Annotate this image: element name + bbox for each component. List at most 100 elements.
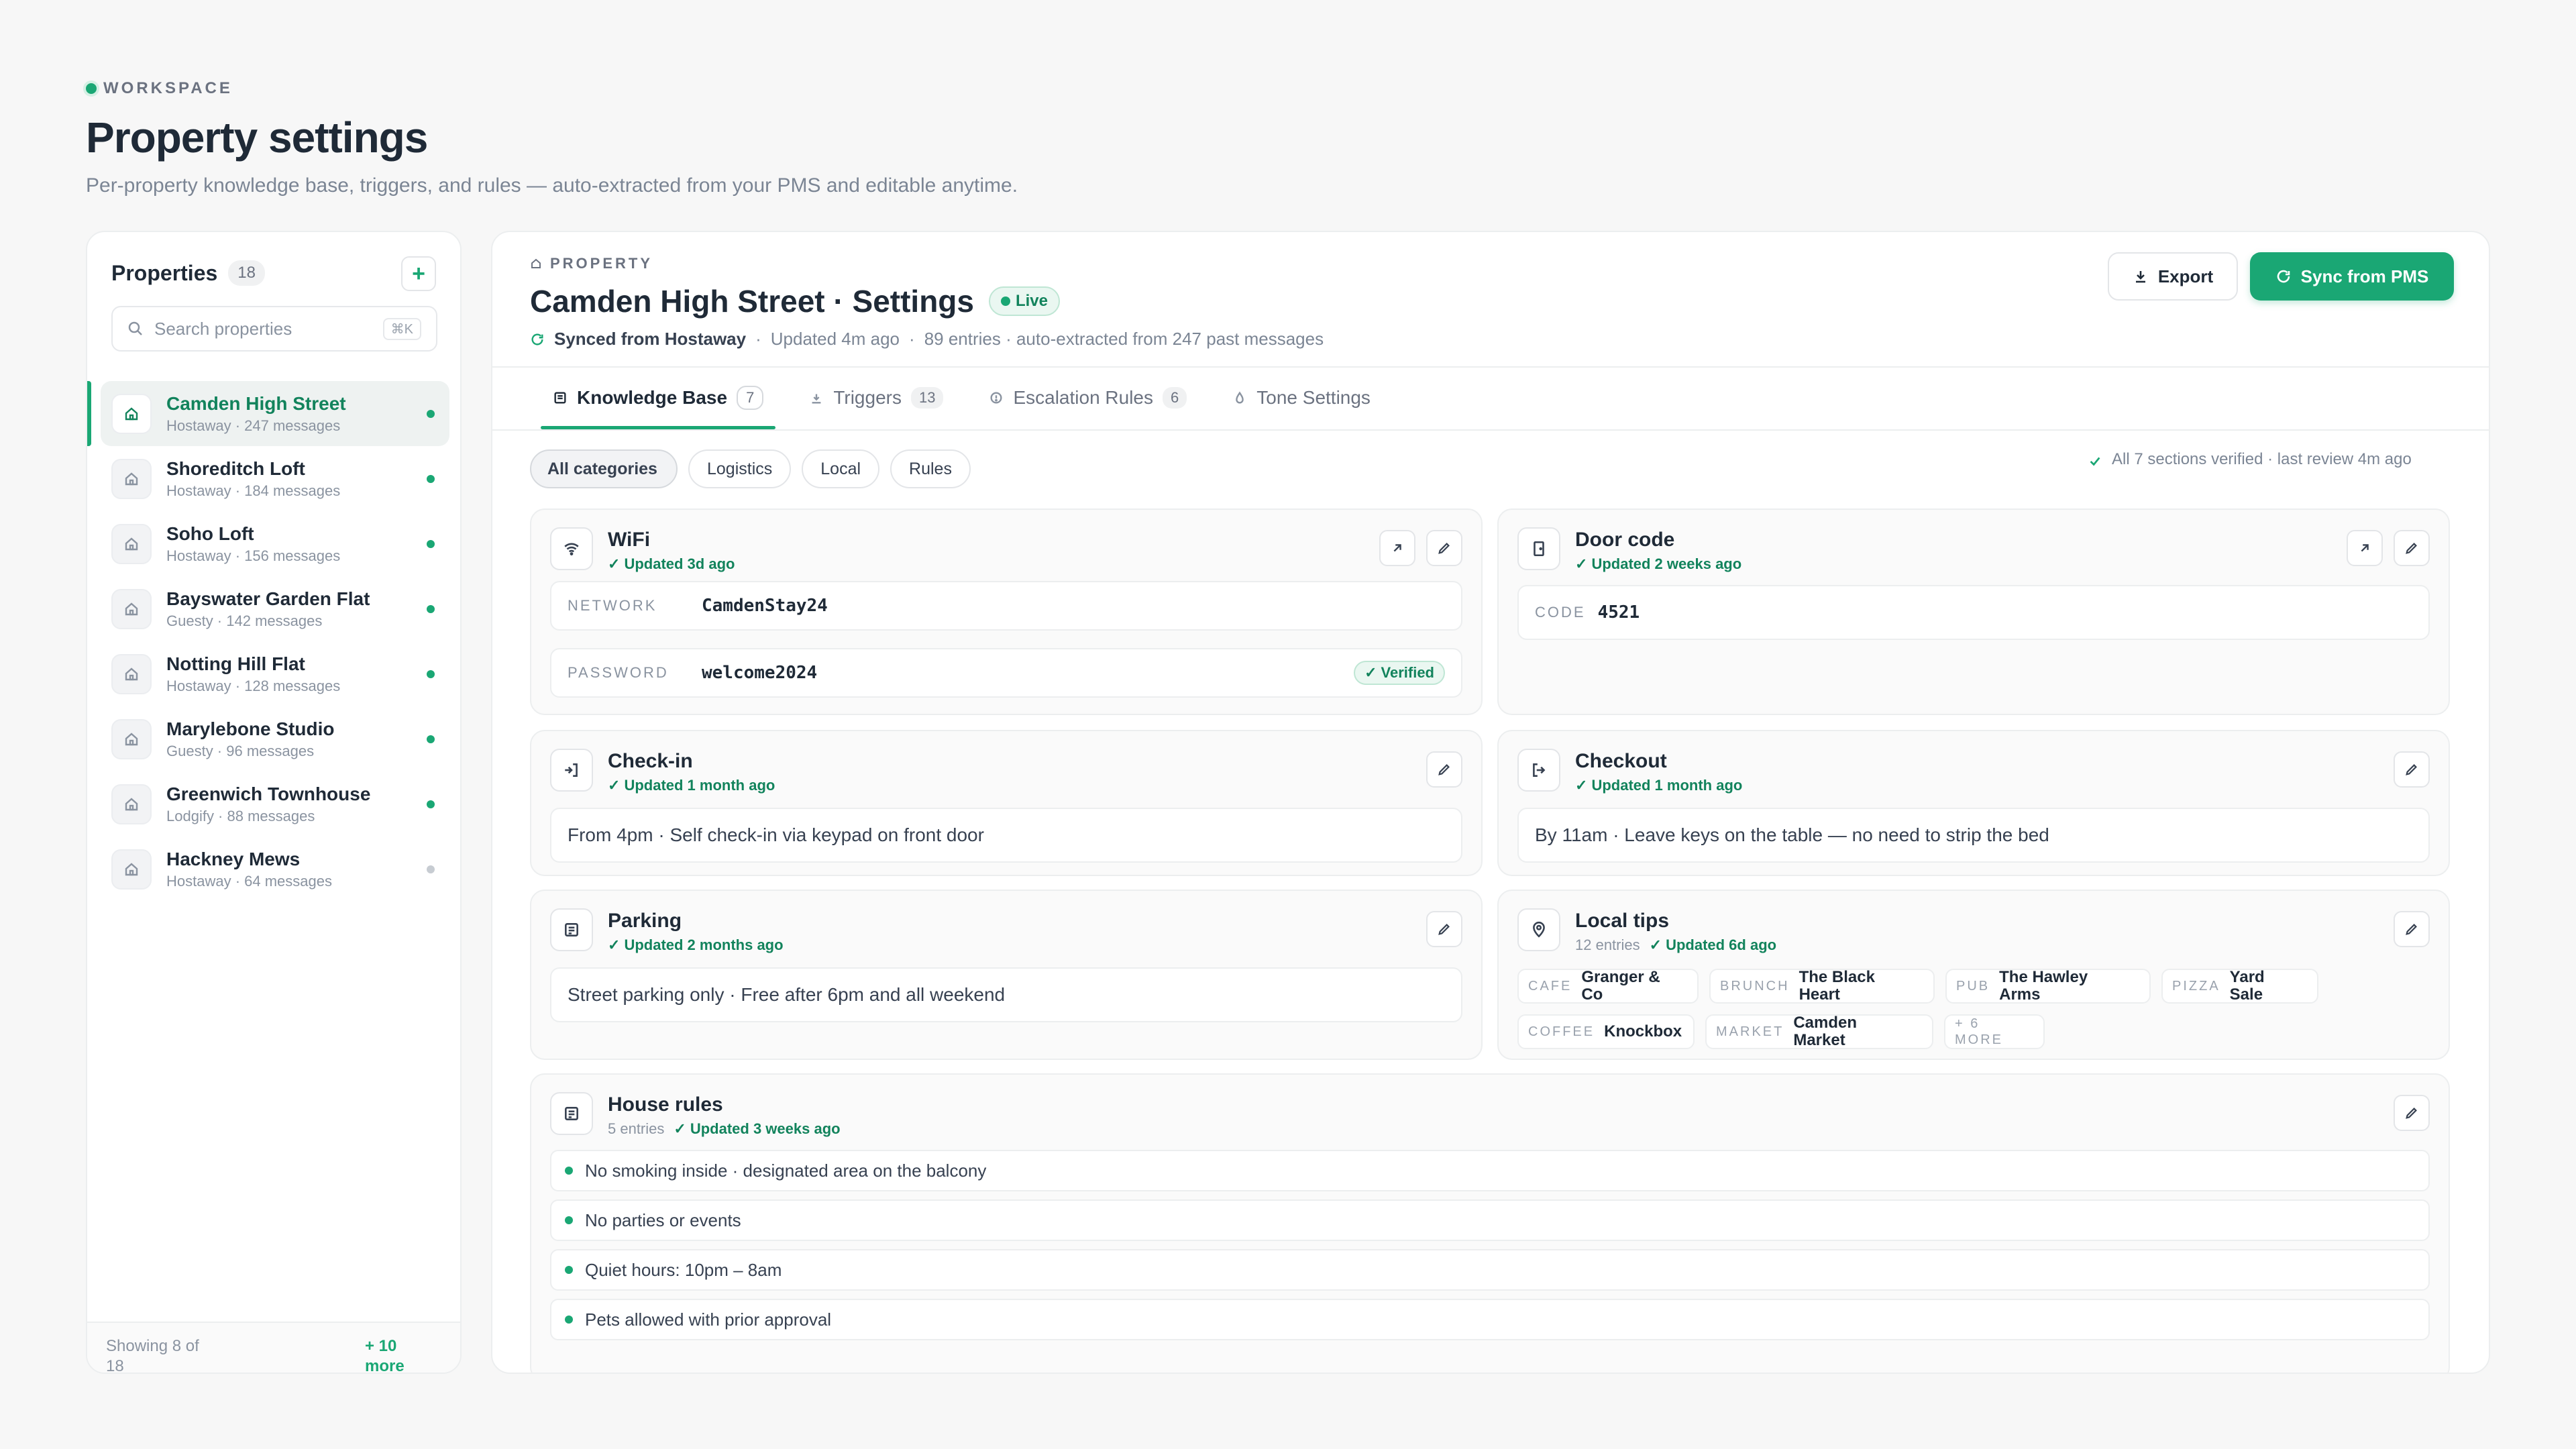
online-dot: [427, 800, 435, 808]
property-item[interactable]: Bayswater Garden Flat Guesty · 142 messag…: [101, 576, 449, 641]
card-title: Parking: [608, 910, 682, 932]
card-title: WiFi: [608, 529, 651, 551]
edit-button[interactable]: [2394, 751, 2430, 788]
filter-local[interactable]: Local: [802, 449, 880, 488]
tip-chip[interactable]: BRUNCH The Black Heart: [1709, 969, 1935, 1004]
verified-text: Verified: [1381, 664, 1434, 681]
property-item[interactable]: Marylebone Studio Guesty · 96 messages: [101, 706, 449, 771]
field-label: CODE: [1535, 604, 1586, 621]
tab-escalation-rules[interactable]: Escalation Rules 6: [977, 366, 1199, 429]
home-icon: [111, 523, 152, 564]
properties-count: 18: [228, 260, 265, 286]
tab-tone-settings[interactable]: Tone Settings: [1220, 366, 1383, 429]
tip-chip[interactable]: COFFEE Knockbox: [1517, 1014, 1695, 1049]
export-button[interactable]: Export: [2108, 252, 2238, 301]
property-name: Shoreditch Loft: [166, 458, 305, 479]
property-item[interactable]: Notting Hill Flat Hostaway · 128 messages: [101, 641, 449, 706]
parking-text[interactable]: Street parking only · Free after 6pm and…: [568, 984, 1005, 1006]
open-link-button[interactable]: [1379, 530, 1415, 566]
property-item[interactable]: Camden High Street Hostaway · 247 message…: [87, 381, 449, 446]
verification-note: All 7 sections verified · last review 4m…: [2088, 449, 2423, 470]
property-item[interactable]: Soho Loft Hostaway · 156 messages: [101, 511, 449, 576]
separator: ·: [909, 329, 915, 349]
edit-button[interactable]: [2394, 911, 2430, 947]
rule-item[interactable]: Quiet hours: 10pm – 8am: [550, 1249, 2430, 1291]
filter-logistics[interactable]: Logistics: [688, 449, 792, 488]
network-value[interactable]: CamdenStay24: [702, 596, 1445, 616]
filter-rules[interactable]: Rules: [890, 449, 971, 488]
edit-button[interactable]: [1426, 751, 1462, 788]
search-input[interactable]: Search properties ⌘K: [111, 306, 437, 352]
home-icon: [111, 849, 152, 890]
card-title: Checkout: [1575, 750, 1667, 772]
showing-count: Showing 8 of 18: [106, 1337, 199, 1374]
property-item[interactable]: Hackney Mews Hostaway · 64 messages: [101, 837, 449, 902]
show-more-tips[interactable]: + 6 MORE: [1944, 1014, 2045, 1049]
edit-button[interactable]: [2394, 530, 2430, 566]
edit-button[interactable]: [1426, 530, 1462, 566]
tip-chip[interactable]: CAFE Granger & Co: [1517, 969, 1699, 1004]
check-icon: ✓: [608, 936, 621, 953]
updated-label: ✓ Updated 1 month ago: [608, 777, 775, 794]
check-in-text[interactable]: From 4pm · Self check-in via keypad on f…: [568, 824, 984, 846]
check-icon: [2090, 457, 2100, 466]
book-icon: [554, 392, 566, 404]
tip-chip[interactable]: MARKET Camden Market: [1705, 1014, 1933, 1049]
tab-count: 13: [910, 387, 944, 409]
settings-tabs: Knowledge Base 7 Triggers 13 Escalation …: [541, 366, 2489, 429]
rule-item[interactable]: Pets allowed with prior approval: [550, 1299, 2430, 1340]
add-property-button[interactable]: +: [401, 256, 436, 291]
sync-from-pms-button[interactable]: Sync from PMS: [2250, 252, 2454, 301]
password-value[interactable]: welcome2024: [702, 663, 1327, 683]
bullet: [565, 1316, 573, 1324]
eyebrow-label: PROPERTY: [550, 255, 653, 272]
door-code-field: CODE 4521: [1517, 585, 2430, 640]
online-dot: [427, 669, 435, 678]
filter-all-categories[interactable]: All categories: [530, 449, 678, 488]
property-meta: Hostaway · 64 messages: [166, 872, 332, 890]
edit-button[interactable]: [2394, 1095, 2430, 1131]
property-name: Marylebone Studio: [166, 718, 335, 739]
tip-chip[interactable]: PUB The Hawley Arms: [1945, 969, 2151, 1004]
check-icon: ✓: [1364, 664, 1377, 681]
edit-button[interactable]: [1426, 911, 1462, 947]
open-link-button[interactable]: [2347, 530, 2383, 566]
map-pin-icon: [1517, 908, 1560, 951]
separator: ·: [755, 329, 761, 349]
live-badge: Live: [988, 286, 1060, 316]
tip-chip[interactable]: PIZZA Yard Sale: [2161, 969, 2318, 1004]
rule-text: Pets allowed with prior approval: [585, 1309, 832, 1330]
refresh-icon: [531, 333, 543, 345]
page-header: WORKSPACE Property settings Per-property…: [86, 79, 1018, 197]
tip-name: Yard Sale: [2229, 968, 2265, 1004]
rule-item[interactable]: No parties or events: [550, 1199, 2430, 1241]
sync-status: Synced from Hostaway · Updated 4m ago · …: [530, 329, 1324, 350]
wifi-card: WiFi ✓ Updated 3d ago NETWORK CamdenStay2…: [530, 508, 1483, 715]
tab-knowledge-base[interactable]: Knowledge Base 7: [541, 366, 776, 429]
property-item[interactable]: Greenwich Townhouse Lodgify · 88 messages: [101, 771, 449, 837]
property-meta: Hostaway · 247 messages: [166, 417, 341, 434]
online-dot: [427, 604, 435, 613]
export-label: Export: [2157, 266, 2214, 286]
door-code-value[interactable]: 4521: [1598, 602, 2412, 623]
updated-text: Updated 2 weeks ago: [1591, 555, 1742, 572]
check-icon: ✓: [1649, 936, 1662, 953]
tab-triggers[interactable]: Triggers 13: [797, 366, 955, 429]
synced-label: Synced from Hostaway: [554, 329, 747, 349]
property-name: Greenwich Townhouse: [166, 783, 371, 804]
pencil-icon: [1438, 924, 1450, 935]
updated-text: Updated 1 month ago: [624, 777, 775, 794]
property-title: Camden High Street · Settings: [530, 284, 974, 319]
verified-badge: ✓ Verified: [1354, 661, 1445, 685]
check-in-card: Check-in ✓ Updated 1 month ago From 4pm ·…: [530, 730, 1483, 876]
eyebrow-label: WORKSPACE: [103, 79, 233, 97]
property-meta: Guesty · 142 messages: [166, 612, 323, 629]
entries-count: 12 entries: [1575, 936, 1640, 953]
property-item[interactable]: Shoreditch Loft Hostaway · 184 messages: [101, 446, 449, 511]
rule-item[interactable]: No smoking inside · designated area on t…: [550, 1150, 2430, 1191]
check-icon: ✓: [608, 777, 621, 794]
check-icon: ✓: [1575, 777, 1588, 794]
show-more-link[interactable]: + 10 more: [365, 1336, 419, 1373]
checkout-text[interactable]: By 11am · Leave keys on the table — no n…: [1535, 824, 2049, 846]
property-list: Camden High Street Hostaway · 247 message…: [87, 381, 449, 902]
